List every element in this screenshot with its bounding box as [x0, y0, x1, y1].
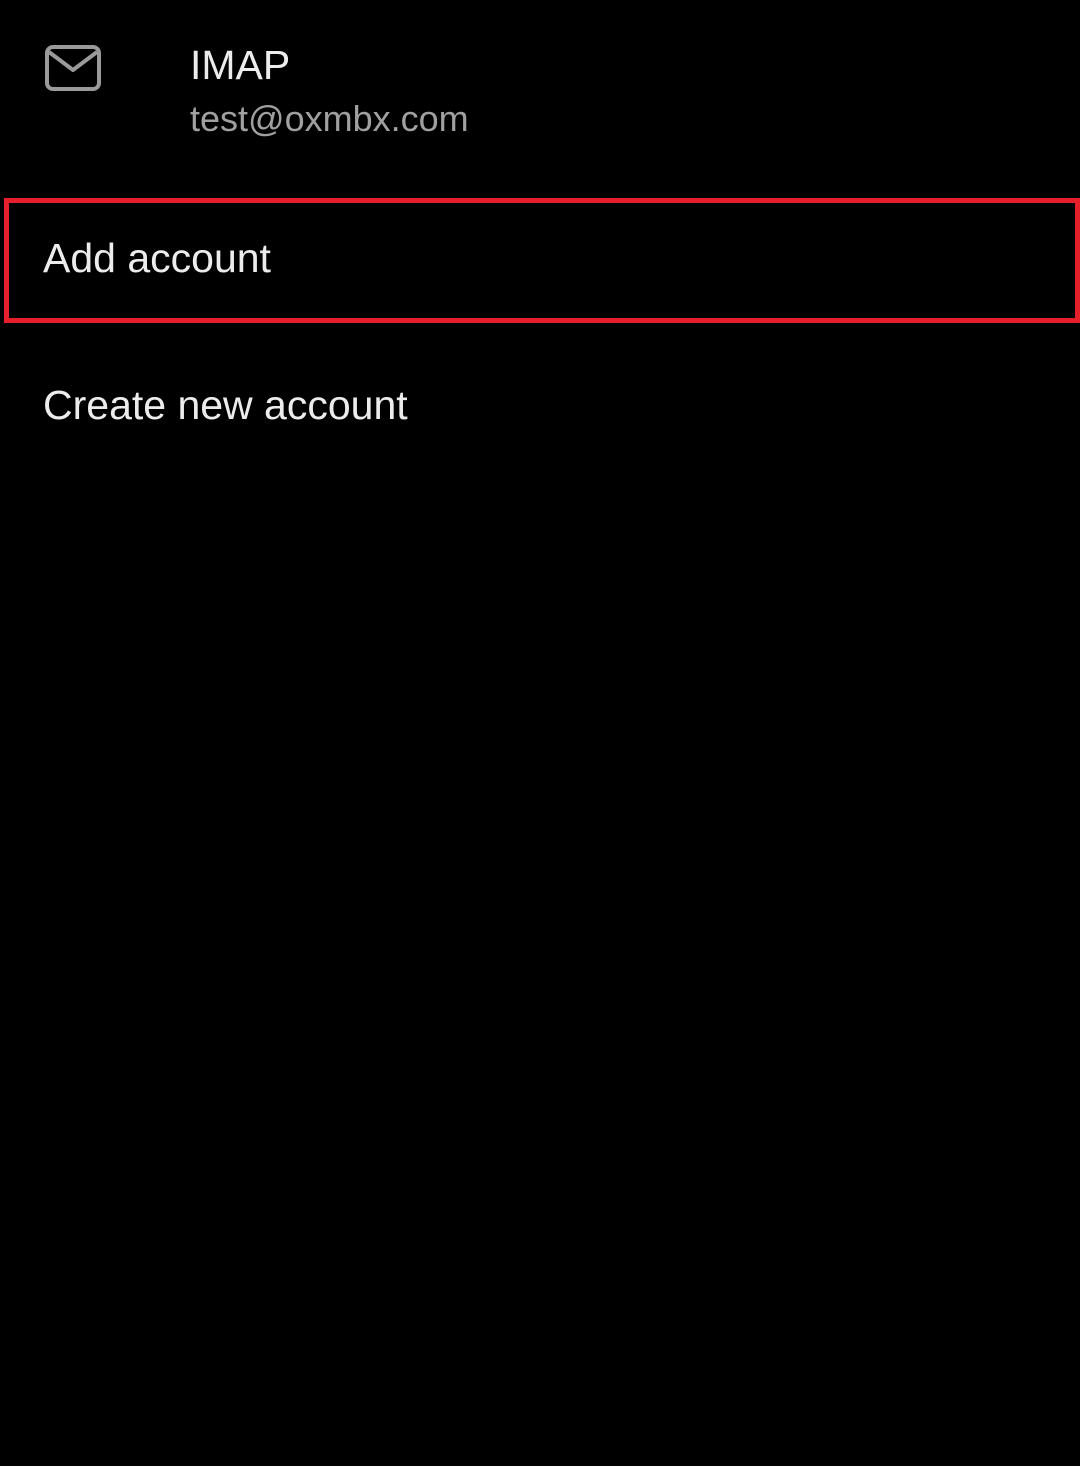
account-email: test@oxmbx.com — [190, 98, 469, 139]
create-new-account-label: Create new account — [43, 382, 408, 428]
create-new-account-button[interactable]: Create new account — [0, 345, 1080, 465]
account-list-item[interactable]: IMAP test@oxmbx.com — [0, 0, 1080, 175]
add-account-button[interactable]: Add account — [0, 198, 1080, 318]
add-account-label: Add account — [43, 235, 271, 281]
mail-icon — [44, 44, 102, 92]
account-type-label: IMAP — [190, 42, 291, 88]
